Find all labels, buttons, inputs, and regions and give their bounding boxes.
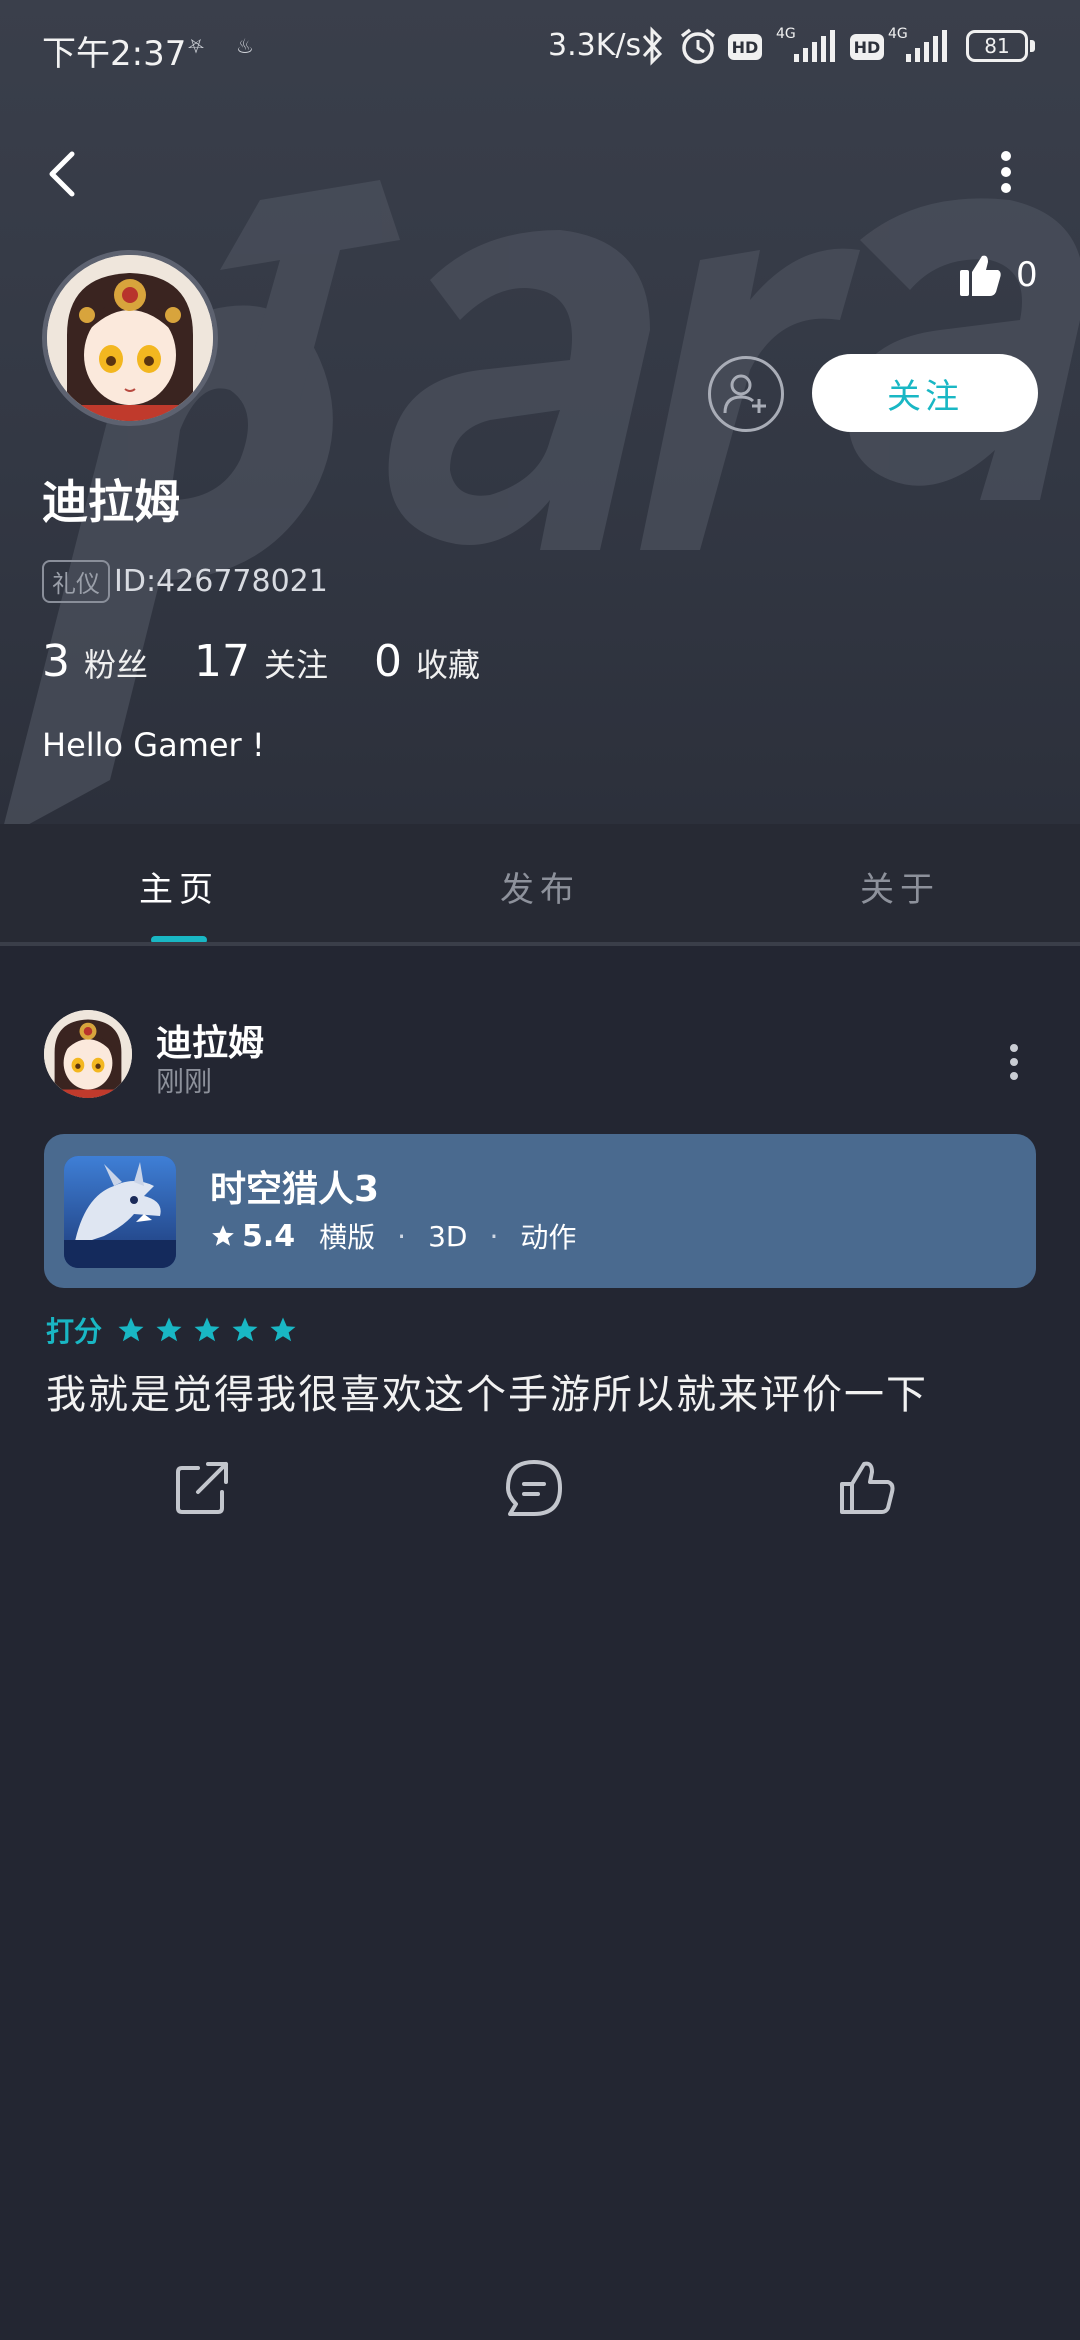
- avatar-image: [47, 255, 213, 421]
- profile-username: 迪拉姆: [42, 475, 180, 529]
- comment-icon[interactable]: [502, 1456, 566, 1520]
- stat-number: 3: [42, 636, 70, 687]
- notification-icon: ⛧: [188, 34, 204, 58]
- star-icon: [156, 1317, 182, 1342]
- stat-favorites[interactable]: 0 收藏: [374, 636, 480, 687]
- status-bar: 下午2:37 ⛧ ♨ 3.3K/s HD 4G HD 4G 81: [0, 0, 1080, 96]
- stat-fans[interactable]: 3 粉丝: [42, 636, 148, 687]
- back-arrow-icon[interactable]: [36, 140, 92, 204]
- stat-number: 0: [374, 636, 403, 687]
- post-author-name[interactable]: 迪拉姆: [156, 1014, 264, 1066]
- divider: [0, 942, 1080, 946]
- add-friend-icon: [723, 374, 766, 414]
- game-icon: [64, 1156, 176, 1268]
- post-author-avatar[interactable]: [44, 1010, 132, 1098]
- add-friend-button[interactable]: [708, 356, 784, 432]
- game-tag: 3D: [428, 1219, 468, 1253]
- game-tag: 横版: [319, 1221, 376, 1254]
- star-icon: [194, 1317, 220, 1342]
- rating-row: 打分: [46, 1310, 306, 1350]
- like-count: 0: [1016, 255, 1038, 295]
- stat-number: 17: [194, 636, 251, 687]
- stat-label: 粉丝: [84, 646, 149, 684]
- star-icon: [212, 1225, 234, 1246]
- more-vertical-icon[interactable]: [990, 140, 1022, 204]
- status-time: 下午2:37: [42, 34, 187, 74]
- hd-badge: HD: [850, 34, 884, 60]
- notification-icon: ♨: [236, 34, 254, 58]
- review-text: 我就是觉得我很喜欢这个手游所以就来评价一下: [46, 1372, 928, 1418]
- star-icon: [118, 1317, 144, 1342]
- network-speed: 3.3K/s: [548, 28, 642, 63]
- follow-button[interactable]: 关注: [812, 354, 1038, 432]
- star-icon: [270, 1317, 296, 1342]
- watermark-logo: [4, 180, 1080, 824]
- tab-posts[interactable]: 发布: [440, 862, 640, 911]
- avatar[interactable]: [42, 250, 218, 426]
- profile-bio: Hello Gamer !: [42, 726, 265, 764]
- dragon-icon: [64, 1156, 176, 1268]
- tab-about[interactable]: 关于: [800, 862, 1000, 911]
- profile-like[interactable]: 0: [958, 250, 1038, 300]
- profile-id-row: 礼仪 ID:426778021: [42, 560, 328, 603]
- tab-home[interactable]: 主页: [79, 862, 279, 911]
- star-icon: [232, 1317, 258, 1342]
- avatar-image: [44, 1010, 132, 1098]
- signal-icon: [794, 30, 835, 62]
- battery-cap: [1030, 40, 1035, 52]
- more-vertical-icon[interactable]: [1000, 1032, 1028, 1092]
- etiquette-badge[interactable]: 礼仪: [42, 560, 110, 603]
- game-score: 5.4: [242, 1218, 296, 1254]
- hd-badge: HD: [728, 34, 762, 60]
- post-timestamp: 刚刚: [156, 1065, 213, 1098]
- game-meta: 5.4 横版 · 3D · 动作: [210, 1216, 576, 1256]
- profile-tabs: 主页 发布 关于: [0, 824, 1080, 946]
- profile-stats: 3 粉丝 17 关注 0 收藏: [42, 636, 526, 687]
- game-card[interactable]: 时空猎人3 5.4 横版 · 3D · 动作: [44, 1134, 1036, 1288]
- stat-label: 收藏: [416, 646, 481, 684]
- signal-icon: [906, 30, 947, 62]
- rating-label: 打分: [46, 1315, 103, 1348]
- profile-screen: 下午2:37 ⛧ ♨ 3.3K/s HD 4G HD 4G 81 0 关注 迪拉…: [0, 0, 1080, 2340]
- game-title: 时空猎人3: [210, 1169, 380, 1210]
- bluetooth-icon: [642, 26, 663, 66]
- stat-label: 关注: [264, 646, 329, 684]
- stat-following[interactable]: 17 关注: [194, 636, 328, 687]
- profile-header: 下午2:37 ⛧ ♨ 3.3K/s HD 4G HD 4G 81 0 关注 迪拉…: [0, 0, 1080, 824]
- user-id: ID:426778021: [114, 564, 328, 599]
- alarm-icon: [680, 28, 716, 64]
- battery-indicator: 81: [966, 30, 1028, 62]
- separator-dot: ·: [489, 1219, 499, 1253]
- game-tag: 动作: [520, 1221, 577, 1254]
- feed: 迪拉姆 刚刚 时空猎人3 5.4 横版 · 3D · 动作 打分 我就是觉得我很…: [0, 976, 1080, 2340]
- share-icon[interactable]: [170, 1456, 234, 1520]
- like-icon[interactable]: [836, 1456, 900, 1520]
- thumbs-up-icon: [960, 255, 1001, 296]
- separator-dot: ·: [397, 1219, 407, 1253]
